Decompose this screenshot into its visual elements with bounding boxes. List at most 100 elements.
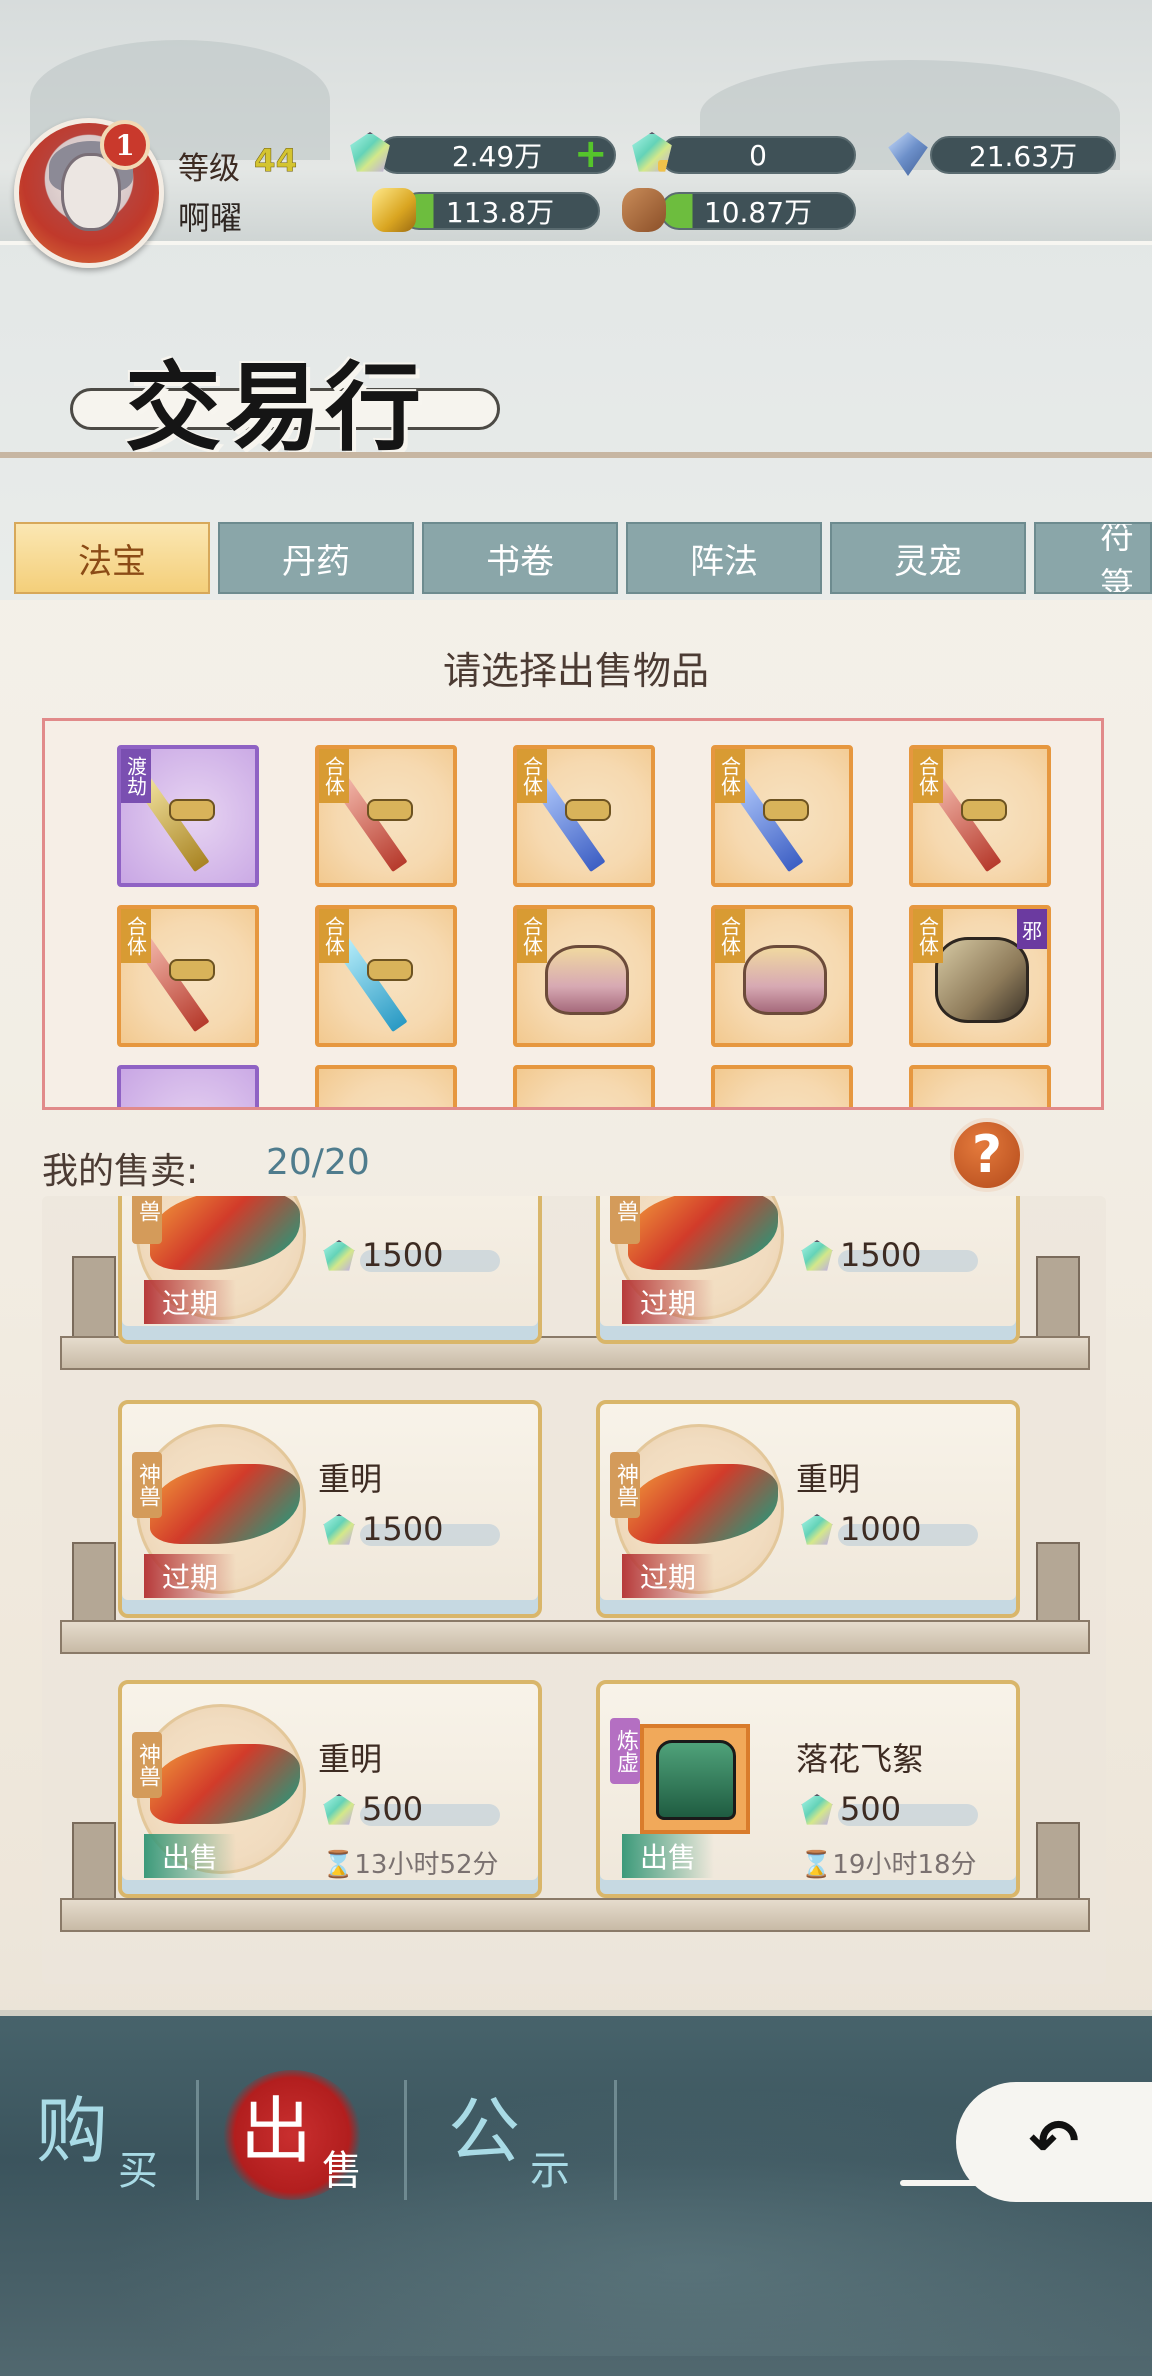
status-badge: 过期 [622, 1554, 715, 1598]
category-badge: 神兽 [132, 1452, 162, 1518]
tier-tag: 合体 [913, 909, 943, 963]
status-badge: 出售 [622, 1834, 715, 1878]
status-badge: 出售 [144, 1834, 237, 1878]
cloud-decoration [900, 2180, 1152, 2186]
my-sales-label: 我的售卖: [42, 1151, 199, 1192]
nav-label-sub: 买 [118, 2148, 158, 2194]
status-badge: 过期 [144, 1554, 237, 1598]
tab-zhenfa[interactable]: 阵法 [626, 522, 822, 594]
tab-label: 灵宠 [894, 541, 962, 582]
back-arrow-icon: ↶ [1028, 2107, 1080, 2177]
status-badge: 过期 [144, 1280, 237, 1324]
category-badge: 兽 [610, 1196, 640, 1244]
gold-ingot-icon [372, 188, 416, 232]
tier-tag: 合体 [517, 909, 547, 963]
price: 1500 [362, 1236, 444, 1274]
inventory-item[interactable]: 合体 [711, 905, 853, 1047]
level-label: 等级 [178, 151, 240, 187]
inventory-item[interactable] [117, 1065, 259, 1107]
spirit-gem-icon [801, 1240, 833, 1271]
resource-value: 21.63万 [968, 140, 1078, 173]
listing-card[interactable]: 炼虚 出售 落花飞絮 500 ⌛19小时18分 [596, 1680, 1020, 1898]
add-spirit-gem-button[interactable]: + [574, 134, 608, 174]
remaining-time: ⌛13小时52分 [322, 1850, 499, 1880]
tier-tag: 合体 [319, 749, 349, 803]
title-banner: 交易行 [70, 330, 500, 464]
tab-shujuan[interactable]: 书卷 [422, 522, 618, 594]
listing-card[interactable]: 神兽 过期 重明 1500 [118, 1400, 542, 1618]
tab-fabao[interactable]: 法宝 [14, 522, 210, 594]
inventory-item[interactable] [909, 1065, 1051, 1107]
tier-tag: 合体 [715, 909, 745, 963]
inventory-item[interactable]: 合体 [909, 745, 1051, 887]
resource-blue-crystal: 21.63万 [930, 136, 1116, 174]
inventory-item[interactable] [711, 1065, 853, 1107]
inventory-item[interactable]: 合体 邪 [909, 905, 1051, 1047]
my-listings[interactable]: 兽 过期 1500 兽 过期 1500 神兽 过期 重明 1500 神兽 过期 … [42, 1196, 1106, 1984]
nav-label-sub: 售 [322, 2148, 362, 2194]
price: 1500 [362, 1510, 444, 1548]
player-name: 啊曜 [178, 199, 243, 237]
inventory-item[interactable]: 渡劫 [117, 745, 259, 887]
page-title: 交易行 [125, 351, 425, 464]
inventory-item[interactable]: 合体 [315, 745, 457, 887]
spirit-gem-icon [801, 1794, 833, 1825]
tab-label: 符箓 [1100, 522, 1134, 594]
inventory-item[interactable] [315, 1065, 457, 1107]
price: 500 [362, 1790, 424, 1828]
nav-announce[interactable]: 公 示 [420, 2060, 616, 2210]
inventory-item[interactable]: 合体 [117, 905, 259, 1047]
spirit-gem-icon [323, 1240, 355, 1271]
tab-label: 法宝 [78, 541, 146, 582]
category-badge: 炼虚 [610, 1718, 640, 1784]
tier-tag: 渡劫 [121, 749, 151, 803]
select-prompt: 请选择出售物品 [442, 649, 709, 693]
item-name: 重明 [796, 1460, 861, 1498]
inventory-item[interactable]: 合体 [513, 905, 655, 1047]
inventory-grid[interactable]: 渡劫 合体 合体 合体 合体 合体 合体 合体 合体 合体 邪 [42, 718, 1104, 1110]
category-badge: 神兽 [610, 1452, 640, 1518]
question-icon: ? [971, 1125, 1003, 1185]
inventory-item[interactable]: 合体 [315, 905, 457, 1047]
inventory-item[interactable]: 合体 [513, 745, 655, 887]
item-name: 重明 [318, 1460, 383, 1498]
resource-value: 113.8万 [445, 196, 555, 229]
listing-card[interactable]: 兽 过期 1500 [596, 1196, 1020, 1344]
evil-mark: 邪 [1017, 909, 1047, 949]
resource-value: 0 [749, 138, 767, 172]
tier-tag: 合体 [715, 749, 745, 803]
nav-label-main: 购 [36, 2089, 109, 2173]
green-armor-icon [640, 1724, 750, 1834]
dark-armor-icon [935, 937, 1029, 1023]
nav-sell[interactable]: 出 售 [212, 2060, 408, 2210]
resource-value: 2.49万 [451, 140, 543, 173]
wood-log-icon [622, 188, 666, 232]
divider [0, 452, 1152, 458]
listing-card[interactable]: 神兽 过期 重明 1000 [596, 1400, 1020, 1618]
nav-label-sub: 示 [530, 2148, 570, 2194]
crown-helm-icon [743, 945, 827, 1015]
price: 1000 [840, 1510, 922, 1548]
tab-lingchong[interactable]: 灵宠 [830, 522, 1026, 594]
item-name: 落花飞絮 [796, 1740, 925, 1778]
price: 1500 [840, 1236, 922, 1274]
tier-tag: 合体 [121, 909, 151, 963]
inventory-item[interactable] [513, 1065, 655, 1107]
status-badge: 过期 [622, 1280, 715, 1324]
tier-tag: 合体 [517, 749, 547, 803]
tier-tag: 合体 [913, 749, 943, 803]
tier-tag: 合体 [319, 909, 349, 963]
tab-label: 阵法 [690, 541, 758, 582]
inventory-item[interactable]: 合体 [711, 745, 853, 887]
resource-value: 10.87万 [703, 196, 813, 229]
rank-badge: 1 [100, 120, 150, 170]
tab-danyao[interactable]: 丹药 [218, 522, 414, 594]
listing-card[interactable]: 兽 过期 1500 [118, 1196, 542, 1344]
listing-card[interactable]: 神兽 出售 重明 500 ⌛13小时52分 [118, 1680, 542, 1898]
nav-buy[interactable]: 购 买 [8, 2060, 204, 2210]
help-button[interactable]: ? [950, 1118, 1024, 1192]
spirit-gem-icon [323, 1794, 355, 1825]
level-value: 44 [254, 143, 298, 180]
price: 500 [840, 1790, 902, 1828]
tab-fulu[interactable]: 符箓 [1034, 522, 1152, 594]
